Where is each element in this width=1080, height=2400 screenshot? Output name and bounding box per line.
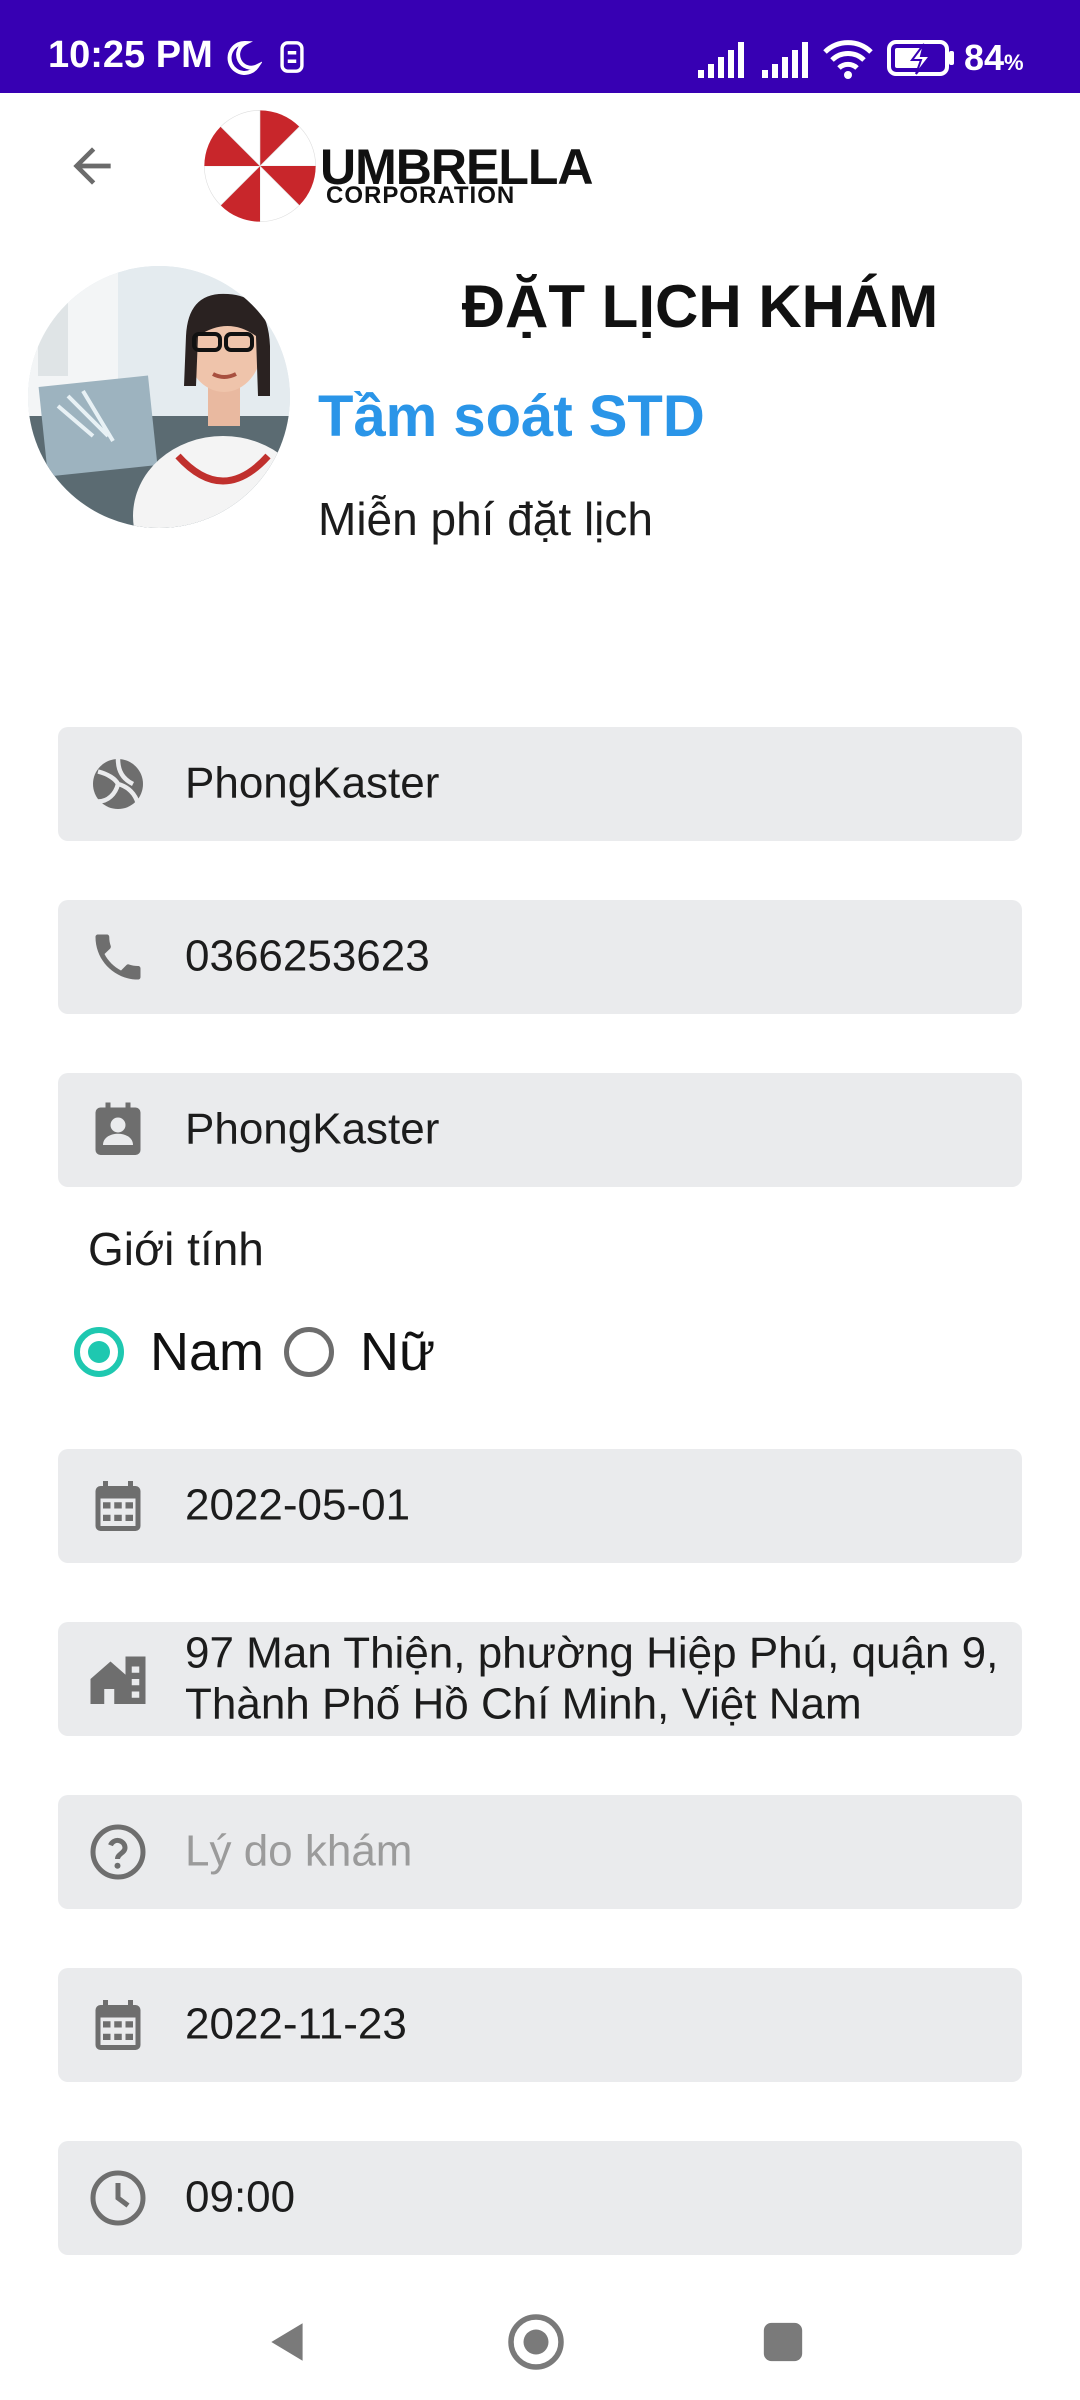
reason-placeholder: Lý do khám [185,1826,413,1876]
address-field[interactable]: 97 Man Thiện, phường Hiệp Phú, quận 9, T… [58,1622,1022,1736]
help-circle-icon [90,1824,146,1880]
app-tile-icon [280,41,304,73]
gender-option-nu[interactable]: Nữ [284,1325,455,1379]
appointment-date-field[interactable]: 2022-11-23 [58,1968,1022,2082]
logo-subtitle: CORPORATION [326,182,516,209]
appointment-time-field[interactable]: 09:00 [58,2141,1022,2255]
moon-icon [227,40,262,75]
status-time: 10:25 PM [48,34,213,76]
nav-recents-button[interactable] [751,2310,815,2374]
battery-percent: 84% [964,37,1024,78]
calendar-icon [95,1481,141,1531]
nav-back-button[interactable] [256,2310,320,2374]
radio-unselected-icon [284,1327,335,1377]
volleyball-icon [93,758,143,809]
service-note: Miễn phí đặt lịch [318,493,653,545]
gender-option-label: Nam [150,1322,265,1382]
page-title: ĐẶT LỊCH KHÁM [461,273,939,340]
nav-back-icon [271,2323,303,2361]
system-nav-bar [0,2268,1080,2400]
umbrella-logo: UMBRELLA CORPORATION [202,108,632,224]
name-value: PhongKaster [185,758,440,808]
home-building-icon [90,1656,146,1704]
back-button[interactable] [56,130,128,202]
gender-label: Giới tính [88,1223,264,1275]
umbrella-logo-mark [204,110,316,222]
gender-radio-group: Nam Nữ [74,1312,455,1392]
clock-icon [90,2170,146,2226]
contact-name-field[interactable]: PhongKaster [58,1073,1022,1187]
signal-icon [762,42,808,78]
nav-home-button[interactable] [504,2310,568,2374]
phone-field[interactable]: 0366253623 [58,900,1022,1014]
nav-home-icon [508,2314,564,2370]
birth-date-field[interactable]: 2022-05-01 [58,1449,1022,1563]
gender-option-label: Nữ [360,1322,436,1382]
name-field[interactable]: PhongKaster [58,727,1022,841]
address-value: 97 Man Thiện, phường Hiệp Phú, quận 9, T… [185,1628,999,1729]
appointment-time-value: 09:00 [185,2172,296,2222]
status-bar: 10:25 PM 84% [0,0,1080,93]
contact-card-icon [95,1102,141,1155]
gender-option-nam[interactable]: Nam [74,1325,284,1379]
birth-date-value: 2022-05-01 [185,1480,411,1530]
signal-icon [698,42,744,78]
wifi-icon [823,40,873,79]
phone-value: 0366253623 [185,931,430,981]
phone-icon [95,934,141,980]
arrow-back-icon [73,147,111,185]
battery-charging-icon [887,40,954,76]
radio-selected-icon [74,1327,124,1377]
service-name: Tầm soát STD [318,384,705,449]
nav-recents-icon [763,2322,803,2362]
contact-name-value: PhongKaster [185,1104,440,1154]
appointment-date-value: 2022-11-23 [185,1999,407,2049]
reason-field[interactable]: Lý do khám [58,1795,1022,1909]
doctor-avatar [28,266,290,528]
doctor-illustration [28,266,290,528]
calendar-icon [95,2000,141,2050]
